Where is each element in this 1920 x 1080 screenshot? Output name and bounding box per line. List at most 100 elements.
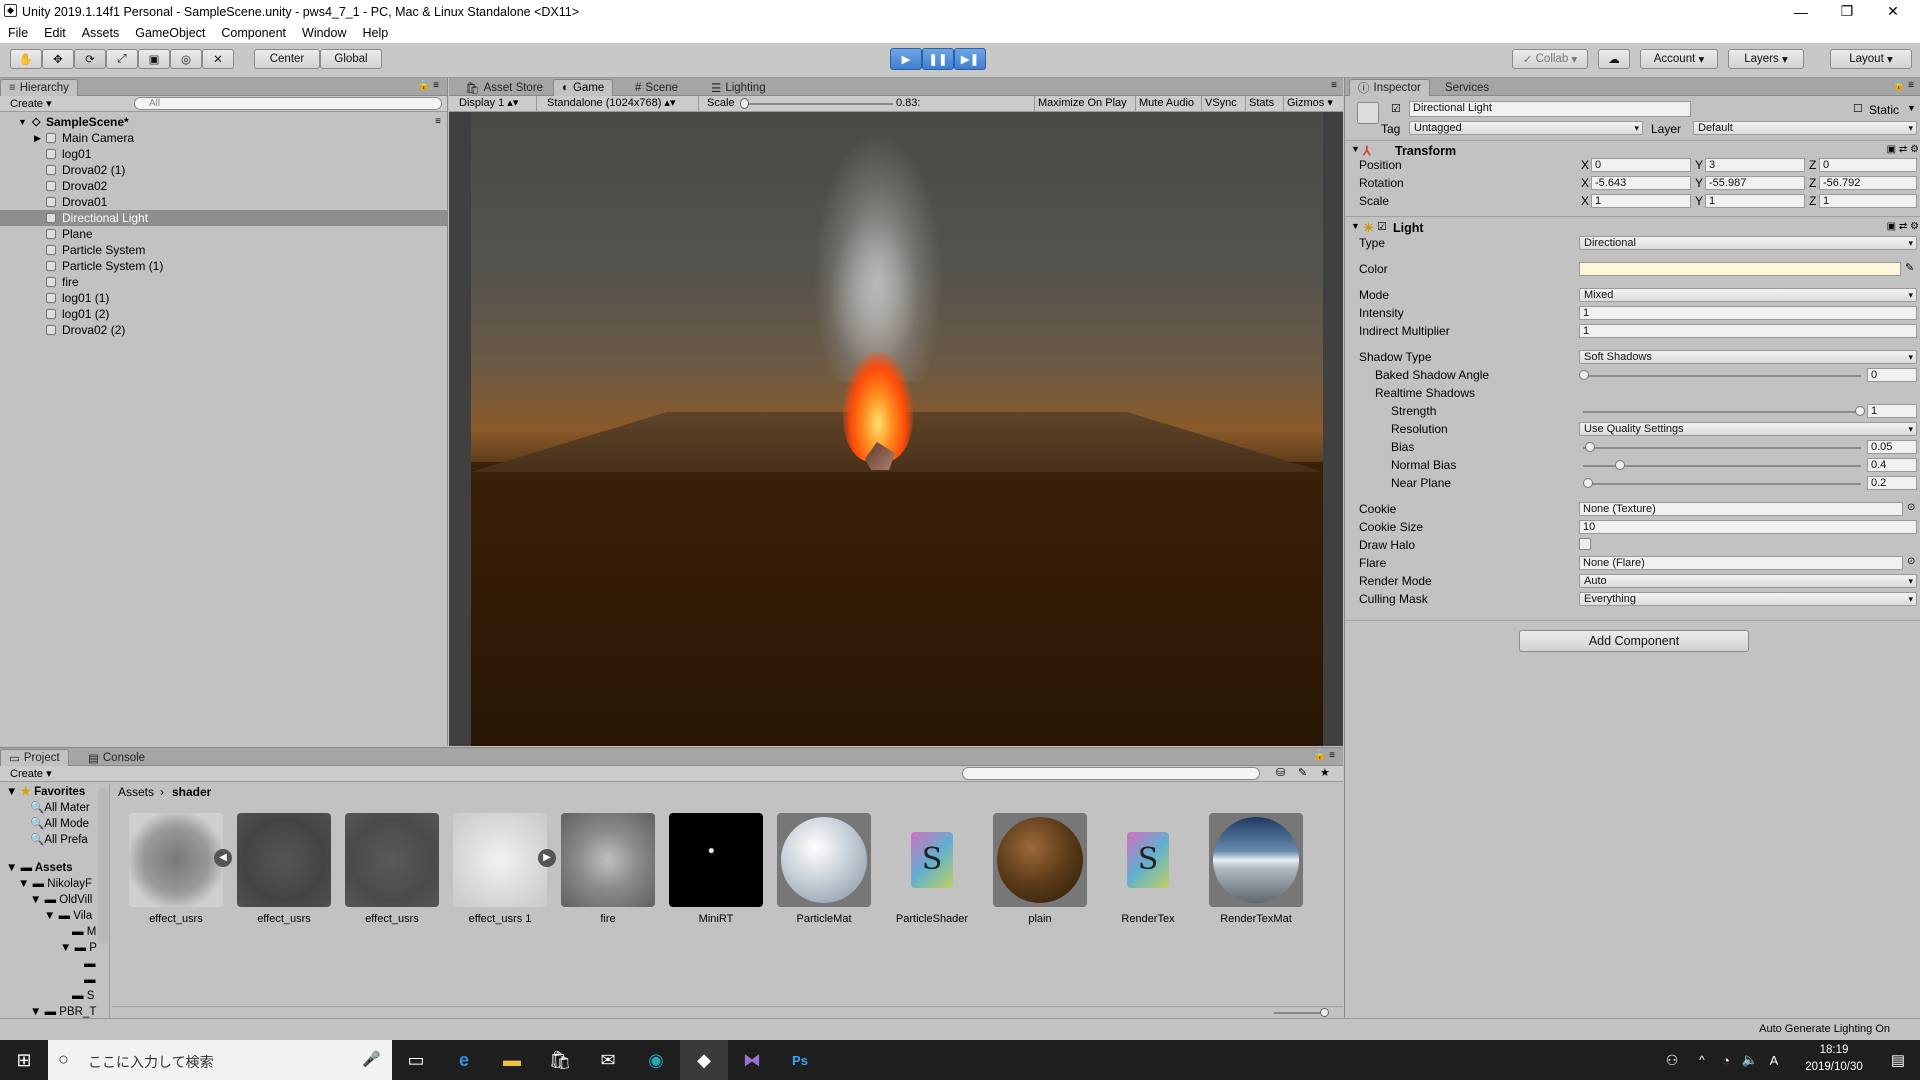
visual-studio-icon[interactable]: ⧓ bbox=[728, 1040, 776, 1080]
hierarchy-create-dropdown[interactable]: Create ▾ bbox=[10, 97, 52, 110]
breadcrumb-current[interactable]: shader bbox=[172, 785, 211, 799]
rotate-tool-icon[interactable]: ⟳ bbox=[74, 49, 106, 69]
favorite-star-icon[interactable]: ★ bbox=[1320, 766, 1330, 779]
project-search-input[interactable] bbox=[962, 767, 1260, 780]
clock[interactable]: 18:19 2019/10/30 bbox=[1794, 1042, 1874, 1078]
expand-arrow-icon[interactable]: ▼ bbox=[1351, 221, 1360, 231]
tab-console[interactable]: ▤ Console bbox=[80, 749, 153, 766]
culling-mask-dropdown[interactable]: Everything bbox=[1579, 592, 1917, 606]
notifications-icon[interactable]: ▤ bbox=[1878, 1040, 1918, 1080]
maximize-icon[interactable]: ❐ bbox=[1824, 0, 1870, 23]
hierarchy-item[interactable]: Drova01 bbox=[0, 194, 447, 210]
active-checkbox[interactable]: ☑ bbox=[1391, 102, 1401, 115]
near-plane-field[interactable]: 0.2 bbox=[1867, 476, 1917, 490]
static-checkbox[interactable]: ☐ bbox=[1853, 102, 1863, 115]
hierarchy-item[interactable]: ▶ Main Camera bbox=[0, 130, 447, 146]
transform-tool-icon[interactable]: ◎ bbox=[170, 49, 202, 69]
cookie-field[interactable]: None (Texture) bbox=[1579, 502, 1903, 516]
normal-bias-knob[interactable] bbox=[1615, 460, 1625, 470]
asset-item[interactable]: plain bbox=[986, 813, 1094, 925]
baked-angle-knob[interactable] bbox=[1579, 370, 1589, 380]
custom-tool-icon[interactable]: ✕ bbox=[202, 49, 234, 69]
position-z-field[interactable]: 0 bbox=[1819, 158, 1917, 172]
expand-arrow-icon[interactable]: ▼ bbox=[1351, 144, 1360, 154]
tree-folder-icon[interactable]: ▬ bbox=[84, 958, 96, 970]
baked-angle-slider[interactable] bbox=[1583, 375, 1861, 377]
tab-project[interactable]: ▭ Project bbox=[0, 749, 69, 766]
tab-asset-store[interactable]: 🛍 Asset Store bbox=[457, 79, 551, 96]
volume-icon[interactable]: 🔈 bbox=[1738, 1040, 1762, 1080]
move-tool-icon[interactable]: ✥ bbox=[42, 49, 74, 69]
tree-scrollbar[interactable] bbox=[98, 788, 108, 944]
cookie-size-field[interactable]: 10 bbox=[1579, 520, 1917, 534]
object-name-field[interactable]: Directional Light bbox=[1409, 101, 1691, 117]
asset-item[interactable]: effect_usrs bbox=[338, 813, 446, 925]
tree-folder[interactable]: ▼ ▬ P bbox=[60, 942, 97, 954]
menu-help[interactable]: Help bbox=[354, 26, 396, 40]
tab-lighting[interactable]: ☰ Lighting bbox=[703, 79, 774, 96]
draw-halo-checkbox[interactable] bbox=[1579, 538, 1591, 550]
tree-folder[interactable]: ▬ S bbox=[72, 990, 94, 1002]
menu-assets[interactable]: Assets bbox=[74, 26, 128, 40]
display-dropdown[interactable]: Display 1 ▴▾ bbox=[453, 96, 537, 111]
indirect-field[interactable]: 1 bbox=[1579, 324, 1917, 338]
asset-item[interactable]: S ParticleShader bbox=[878, 813, 986, 925]
people-icon[interactable]: ⚇ bbox=[1656, 1040, 1688, 1080]
ime-indicator[interactable]: A bbox=[1762, 1040, 1786, 1080]
shadow-type-dropdown[interactable]: Soft Shadows bbox=[1579, 350, 1917, 364]
resolution-dropdown[interactable]: Use Quality Settings bbox=[1579, 422, 1917, 436]
hierarchy-item[interactable]: Particle System bbox=[0, 242, 447, 258]
icon-size-slider[interactable] bbox=[1274, 1012, 1326, 1014]
menu-file[interactable]: File bbox=[0, 26, 36, 40]
tab-hierarchy[interactable]: ≡ Hierarchy bbox=[0, 79, 78, 96]
app-icon[interactable]: ◉ bbox=[632, 1040, 680, 1080]
hierarchy-item[interactable]: Drova02 (2) bbox=[0, 322, 447, 338]
tag-dropdown[interactable]: Untagged bbox=[1409, 121, 1643, 135]
position-y-field[interactable]: 3 bbox=[1705, 158, 1805, 172]
edge-icon[interactable]: e bbox=[440, 1040, 488, 1080]
close-icon[interactable]: ✕ bbox=[1870, 0, 1916, 23]
hierarchy-item[interactable]: Drova02 (1) bbox=[0, 162, 447, 178]
assets-node[interactable]: ▼ ▬ Assets bbox=[6, 862, 73, 874]
normal-bias-field[interactable]: 0.4 bbox=[1867, 458, 1917, 472]
rotation-x-field[interactable]: -5.643 bbox=[1591, 176, 1691, 190]
microphone-icon[interactable]: 🎤 bbox=[362, 1050, 381, 1068]
eyedropper-icon[interactable]: ✎ bbox=[1905, 261, 1914, 274]
tree-folder-icon[interactable]: ▬ bbox=[84, 974, 96, 986]
show-hidden-icons[interactable]: ^ bbox=[1690, 1040, 1714, 1080]
tree-folder[interactable]: ▼ ▬ PBR_T bbox=[30, 1006, 96, 1018]
hand-tool-icon[interactable]: ✋ bbox=[10, 49, 42, 69]
hierarchy-item[interactable]: Particle System (1) bbox=[0, 258, 447, 274]
panel-menu-icon[interactable]: ≡ bbox=[1331, 80, 1337, 91]
light-enabled-checkbox[interactable]: ☑ bbox=[1377, 220, 1387, 233]
filter-label-icon[interactable]: ✎ bbox=[1298, 766, 1307, 779]
scale-z-field[interactable]: 1 bbox=[1819, 194, 1917, 208]
project-create-dropdown[interactable]: Create ▾ bbox=[10, 767, 52, 780]
layout-dropdown[interactable]: Layout ▾ bbox=[1830, 49, 1912, 69]
favorites-node[interactable]: ▼ ★ Favorites bbox=[6, 784, 85, 798]
tree-folder[interactable]: ▼ ▬ NikolayF bbox=[18, 878, 92, 890]
bias-knob[interactable] bbox=[1585, 442, 1595, 452]
resolution-dropdown[interactable]: Standalone (1024x768) ▴▾ bbox=[543, 96, 699, 111]
unity-icon[interactable]: ◆ bbox=[680, 1040, 728, 1080]
account-dropdown[interactable]: Account ▾ bbox=[1640, 49, 1718, 69]
add-component-button[interactable]: Add Component bbox=[1519, 630, 1749, 652]
file-explorer-icon[interactable]: ▬ bbox=[488, 1040, 536, 1080]
mute-audio-toggle[interactable]: Mute Audio bbox=[1135, 96, 1197, 111]
object-picker-icon[interactable]: ⊙ bbox=[1907, 556, 1915, 567]
windows-start-icon[interactable]: ⊞ bbox=[0, 1040, 48, 1080]
panel-menu-icon[interactable]: 🔒 ≡ bbox=[1893, 80, 1914, 91]
scale-slider[interactable] bbox=[743, 103, 893, 105]
layers-dropdown[interactable]: Layers ▾ bbox=[1728, 49, 1804, 69]
menu-component[interactable]: Component bbox=[213, 26, 294, 40]
favorite-item[interactable]: 🔍All Mater bbox=[30, 800, 90, 814]
type-dropdown[interactable]: Directional bbox=[1579, 236, 1917, 250]
strength-slider[interactable] bbox=[1583, 411, 1861, 413]
pause-button[interactable]: ❚❚ bbox=[922, 48, 954, 70]
step-button[interactable]: ▶❚ bbox=[954, 48, 986, 70]
gizmos-dropdown[interactable]: Gizmos ▾ bbox=[1283, 96, 1336, 111]
pivot-center-button[interactable]: Center bbox=[254, 49, 320, 69]
render-mode-dropdown[interactable]: Auto bbox=[1579, 574, 1917, 588]
tab-inspector[interactable]: ⓘ Inspector bbox=[1349, 79, 1430, 96]
mail-icon[interactable]: ✉ bbox=[584, 1040, 632, 1080]
